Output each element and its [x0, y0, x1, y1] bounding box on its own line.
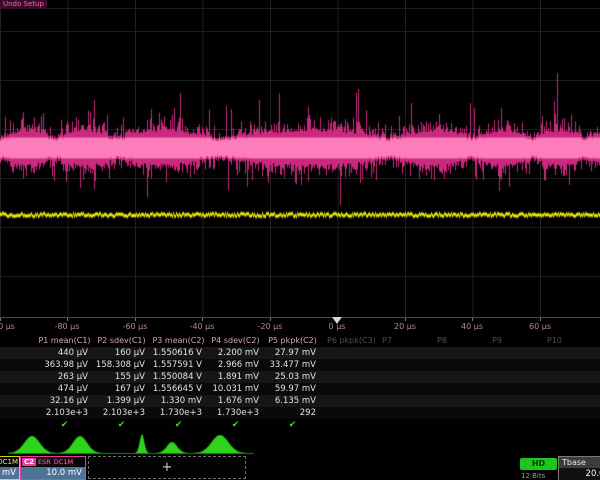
measure-value-p4-r4: 10.031 mV [207, 383, 264, 395]
channel-c1-descriptor[interactable]: DC1M 0 mV [0, 456, 20, 480]
axis-tick [270, 318, 271, 321]
axis-tick-label: 20 µs [394, 322, 416, 331]
axis-tick [0, 318, 1, 321]
time-axis: -100 µs-80 µs-60 µs-40 µs-20 µs0 µs20 µs… [0, 317, 600, 334]
measure-value-p1-r3: 263 µV [36, 371, 93, 383]
measure-header-p10[interactable]: P10 [541, 334, 596, 347]
measure-value-p2-r2: 158.308 µV [93, 359, 150, 371]
c2-eres-badge: ESR [37, 458, 52, 466]
c1-coupling-label: DC1M [0, 458, 18, 466]
add-trace-button[interactable]: + [88, 456, 246, 479]
axis-tick-label: -100 µs [0, 322, 15, 331]
measure-value-p4-r3: 1.891 mV [207, 371, 264, 383]
axis-tick [405, 318, 406, 321]
axis-tick [540, 318, 541, 321]
timebase-descriptor[interactable]: Tbase 20.0 µs [558, 456, 600, 480]
axis-tick [135, 318, 136, 321]
measure-value-p3-r4: 1.556645 V [150, 383, 207, 395]
timebase-value: 20.0 µs [559, 468, 600, 480]
measure-value-p3-r1: 1.550616 V [150, 347, 207, 359]
measurement-histicons [0, 430, 600, 456]
trigger-position-icon[interactable] [332, 317, 342, 324]
measure-header-p4[interactable]: P4 sdev(C2) [207, 334, 264, 347]
hd-bits-label: 12 Bits [521, 472, 545, 480]
measure-value-p3-r6: 1.730e+3 [150, 407, 207, 419]
axis-tick [202, 318, 203, 321]
measure-header-p9[interactable]: P9 [486, 334, 541, 347]
axis-tick-label: 60 µs [529, 322, 551, 331]
axis-tick-label: -40 µs [190, 322, 215, 331]
c2-name-badge: C2 [22, 458, 36, 466]
measure-value-p2-r5: 1.399 µV [93, 395, 150, 407]
plus-icon: + [162, 460, 173, 475]
axis-tick-label: -60 µs [123, 322, 148, 331]
c1-scale-value: 0 mV [0, 467, 19, 479]
axis-tick-label: -80 µs [55, 322, 80, 331]
axis-tick [472, 318, 473, 321]
measurement-table: P1 mean(C1)P2 sdev(C1)P3 mean(C2)P4 sdev… [0, 334, 600, 431]
measure-header-p8[interactable]: P8 [431, 334, 486, 347]
measure-value-p5-r3: 25.03 mV [264, 371, 321, 383]
oscilloscope-screen: Undo Setup -100 µs -80 µs -60 µs -40 µs -20 … [0, 0, 600, 480]
c2-scale-value: 10.0 mV [21, 467, 85, 479]
measure-value-p4-r1: 2.200 mV [207, 347, 264, 359]
measure-value-p5-r2: 33.477 mV [264, 359, 321, 371]
axis-tick-label: 40 µs [461, 322, 483, 331]
waveform-canvas [0, 0, 600, 317]
axis-tick [67, 318, 68, 321]
measure-header-p1[interactable]: P1 mean(C1) [36, 334, 93, 347]
measure-header-p5[interactable]: P5 pkpk(C2) [264, 334, 321, 347]
measure-value-p4-r5: 1.676 mV [207, 395, 264, 407]
measure-value-p5-r4: 59.97 mV [264, 383, 321, 395]
measure-value-p1-r1: 440 µV [36, 347, 93, 359]
measure-value-p3-r5: 1.330 mV [150, 395, 207, 407]
c2-coupling-badge: DC1M [53, 458, 74, 466]
measure-value-p2-r3: 155 µV [93, 371, 150, 383]
axis-tick-label: -20 µs [258, 322, 283, 331]
measure-value-p1-r5: 32.16 µV [36, 395, 93, 407]
measure-value-p1-r4: 474 µV [36, 383, 93, 395]
channel-c2-descriptor[interactable]: C2 ESR DC1M 10.0 mV [20, 456, 86, 480]
descriptor-strip: DC1M 0 mV C2 ESR DC1M 10.0 mV + HD 12 Bi… [0, 456, 600, 480]
measure-header-p7[interactable]: P7 [376, 334, 431, 347]
measure-value-p4-r6: 1.730e+3 [207, 407, 264, 419]
measure-value-p5-r6: 292 [264, 407, 321, 419]
waveform-graticule [0, 0, 600, 317]
measure-value-p2-r1: 160 µV [93, 347, 150, 359]
measure-value-p3-r3: 1.550084 V [150, 371, 207, 383]
measure-value-p2-r4: 167 µV [93, 383, 150, 395]
measure-value-p2-r6: 2.103e+3 [93, 407, 150, 419]
measure-value-p4-r2: 2.966 mV [207, 359, 264, 371]
undo-setup-button[interactable]: Undo Setup [0, 0, 47, 9]
measure-header-p11[interactable]: P11 [596, 334, 600, 347]
measure-value-p5-r1: 27.97 mV [264, 347, 321, 359]
measure-header-p3[interactable]: P3 mean(C2) [150, 334, 207, 347]
measure-value-p1-r2: 363.98 µV [36, 359, 93, 371]
timebase-label: Tbase [559, 457, 600, 468]
measure-header-p6[interactable]: P6 pkpk(C3) [321, 334, 376, 347]
measure-value-p3-r2: 1.557591 V [150, 359, 207, 371]
hd-mode-button[interactable]: HD [520, 458, 557, 470]
measure-value-p1-r6: 2.103e+3 [36, 407, 93, 419]
measure-value-p5-r5: 6.135 mV [264, 395, 321, 407]
measure-header-p2[interactable]: P2 sdev(C1) [93, 334, 150, 347]
